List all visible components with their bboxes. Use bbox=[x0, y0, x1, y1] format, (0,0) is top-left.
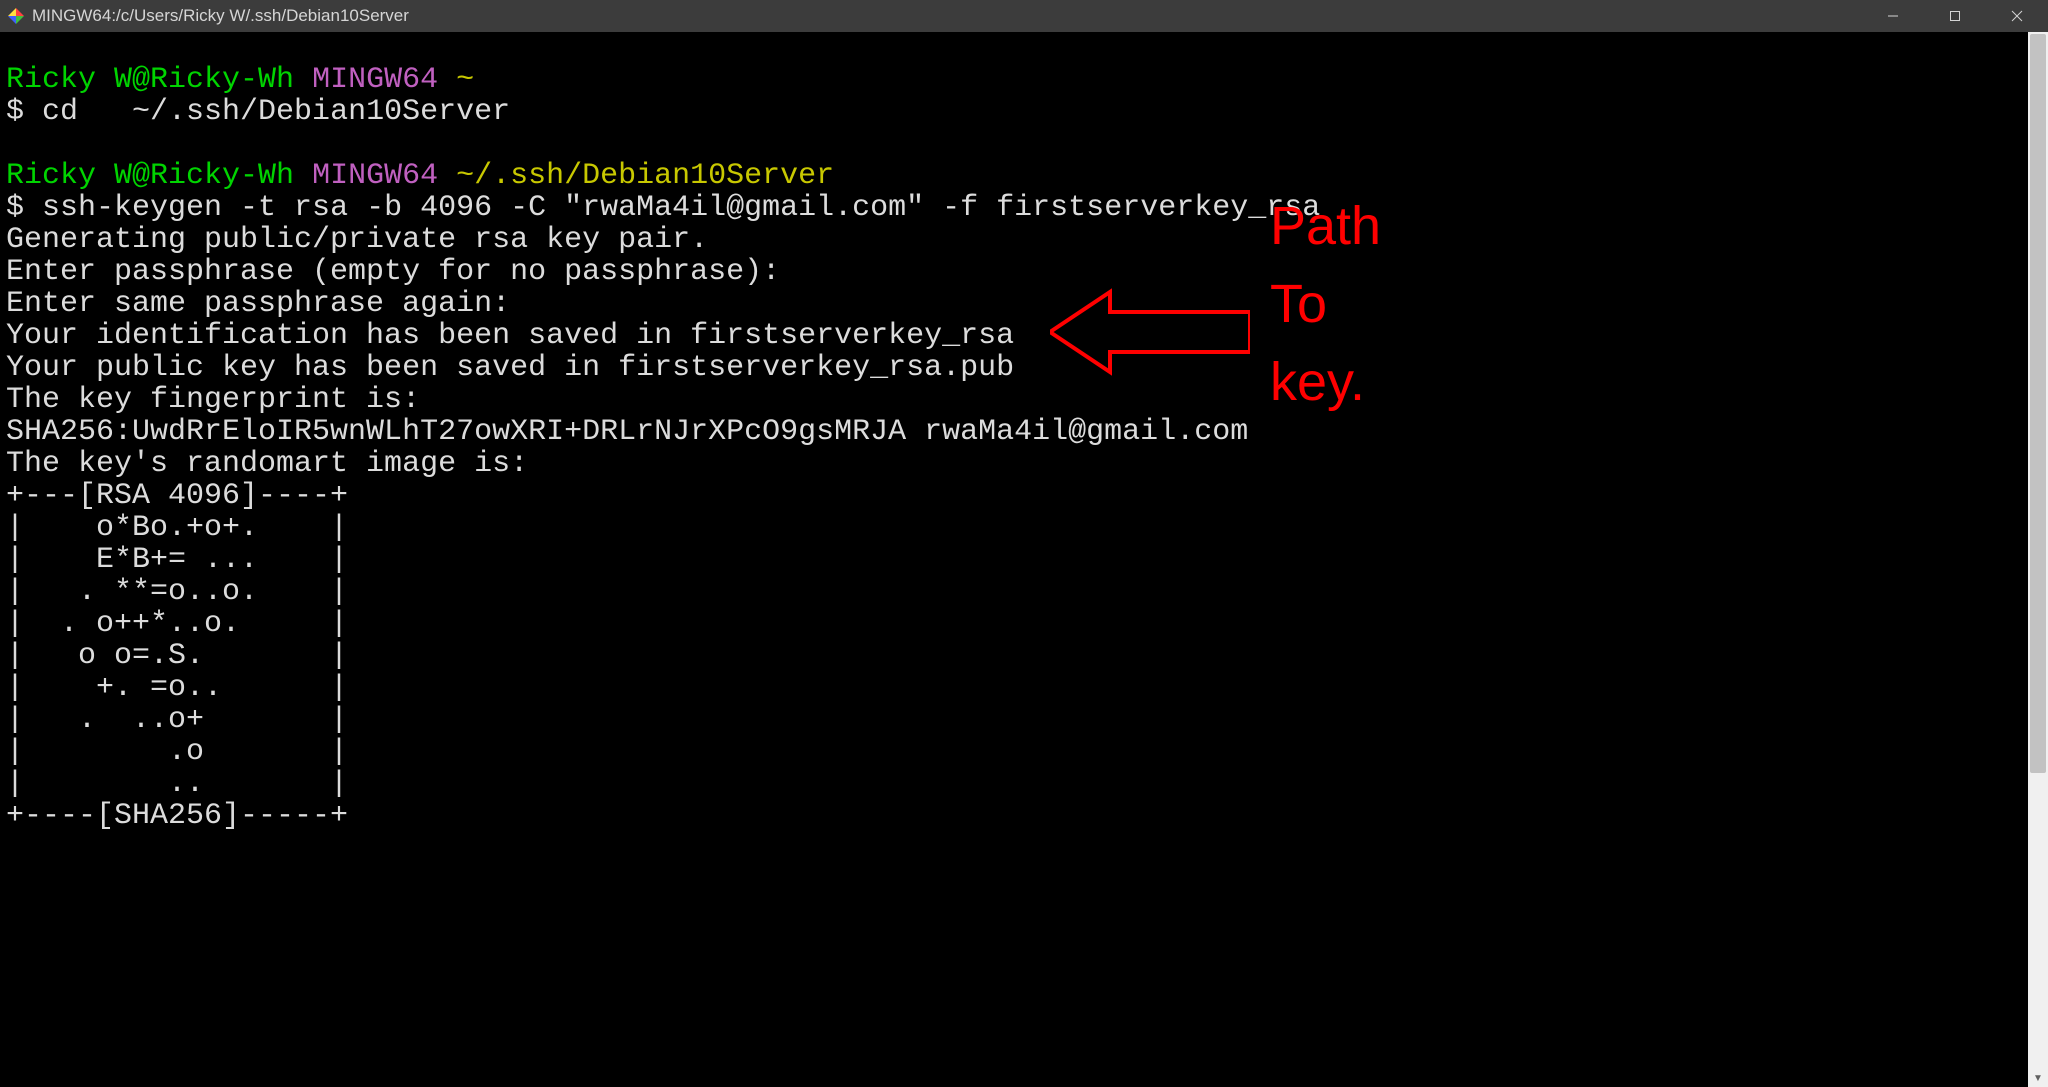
randomart-line: | . ..o+ | bbox=[6, 703, 348, 737]
randomart-line: | . **=o..o. | bbox=[6, 575, 348, 609]
randomart-line: | .. | bbox=[6, 767, 348, 801]
randomart-line: +----[SHA256]-----+ bbox=[6, 799, 348, 833]
randomart-line: | E*B+= ... | bbox=[6, 543, 348, 577]
prompt-env: MINGW64 bbox=[312, 63, 438, 97]
cmd-prefix: $ bbox=[6, 191, 42, 225]
maximize-button[interactable] bbox=[1924, 0, 1986, 32]
prompt-path: ~ bbox=[456, 63, 474, 97]
cmd-text: ssh-keygen -t rsa -b 4096 -C "rwaMa4il@g… bbox=[42, 191, 1320, 225]
prompt-user-host: Ricky W@Ricky-Wh bbox=[6, 159, 294, 193]
annotation-text-line: To bbox=[1270, 265, 1381, 343]
close-button[interactable] bbox=[1986, 0, 2048, 32]
output-line: The key's randomart image is: bbox=[6, 447, 528, 481]
cmd-line-2: $ ssh-keygen -t rsa -b 4096 -C "rwaMa4il… bbox=[6, 191, 1320, 225]
titlebar[interactable]: MINGW64:/c/Users/Ricky W/.ssh/Debian10Se… bbox=[0, 0, 2048, 32]
minimize-button[interactable] bbox=[1862, 0, 1924, 32]
output-line: SHA256:UwdRrEloIR5wnWLhT27owXRI+DRLrNJrX… bbox=[6, 415, 1248, 449]
prompt-env: MINGW64 bbox=[312, 159, 438, 193]
output-line: Enter same passphrase again: bbox=[6, 287, 510, 321]
output-line: Your public key has been saved in firsts… bbox=[6, 351, 1014, 385]
vertical-scrollbar[interactable]: ▲ ▼ bbox=[2028, 32, 2048, 1087]
cmd-prefix: $ bbox=[6, 95, 42, 129]
scroll-thumb[interactable] bbox=[2030, 34, 2046, 773]
prompt-line-1: Ricky W@Ricky-Wh MINGW64 ~ bbox=[6, 63, 474, 97]
window-title: MINGW64:/c/Users/Ricky W/.ssh/Debian10Se… bbox=[32, 6, 1862, 26]
scroll-down-icon[interactable]: ▼ bbox=[2028, 1069, 2048, 1087]
terminal-client[interactable]: ▲ ▼ Ricky W@Ricky-Wh MINGW64 ~ $ cd ~/.s… bbox=[0, 32, 2048, 1087]
output-line: Enter passphrase (empty for no passphras… bbox=[6, 255, 780, 289]
prompt-path: ~/.ssh/Debian10Server bbox=[456, 159, 834, 193]
annotation-text: Path To key. bbox=[1270, 187, 1381, 421]
randomart-line: | o o=.S. | bbox=[6, 639, 348, 673]
terminal-output[interactable]: Ricky W@Ricky-Wh MINGW64 ~ $ cd ~/.ssh/D… bbox=[6, 32, 2026, 832]
annotation-text-line: key. bbox=[1270, 343, 1381, 421]
window-controls bbox=[1862, 0, 2048, 32]
prompt-user-host: Ricky W@Ricky-Wh bbox=[6, 63, 294, 97]
annotation-text-line: Path bbox=[1270, 187, 1381, 265]
output-line: The key fingerprint is: bbox=[6, 383, 420, 417]
randomart-line: | o*Bo.+o+. | bbox=[6, 511, 348, 545]
prompt-line-2: Ricky W@Ricky-Wh MINGW64 ~/.ssh/Debian10… bbox=[6, 159, 834, 193]
randomart-line: | .o | bbox=[6, 735, 348, 769]
cmd-line-1: $ cd ~/.ssh/Debian10Server bbox=[6, 95, 510, 129]
randomart-line: | . o++*..o. | bbox=[6, 607, 348, 641]
randomart-line: +---[RSA 4096]----+ bbox=[6, 479, 348, 513]
output-line: Your identification has been saved in fi… bbox=[6, 319, 1014, 353]
cmd-text: cd ~/.ssh/Debian10Server bbox=[42, 95, 510, 129]
app-icon bbox=[8, 8, 24, 24]
randomart-line: | +. =o.. | bbox=[6, 671, 348, 705]
output-line: Generating public/private rsa key pair. bbox=[6, 223, 708, 257]
